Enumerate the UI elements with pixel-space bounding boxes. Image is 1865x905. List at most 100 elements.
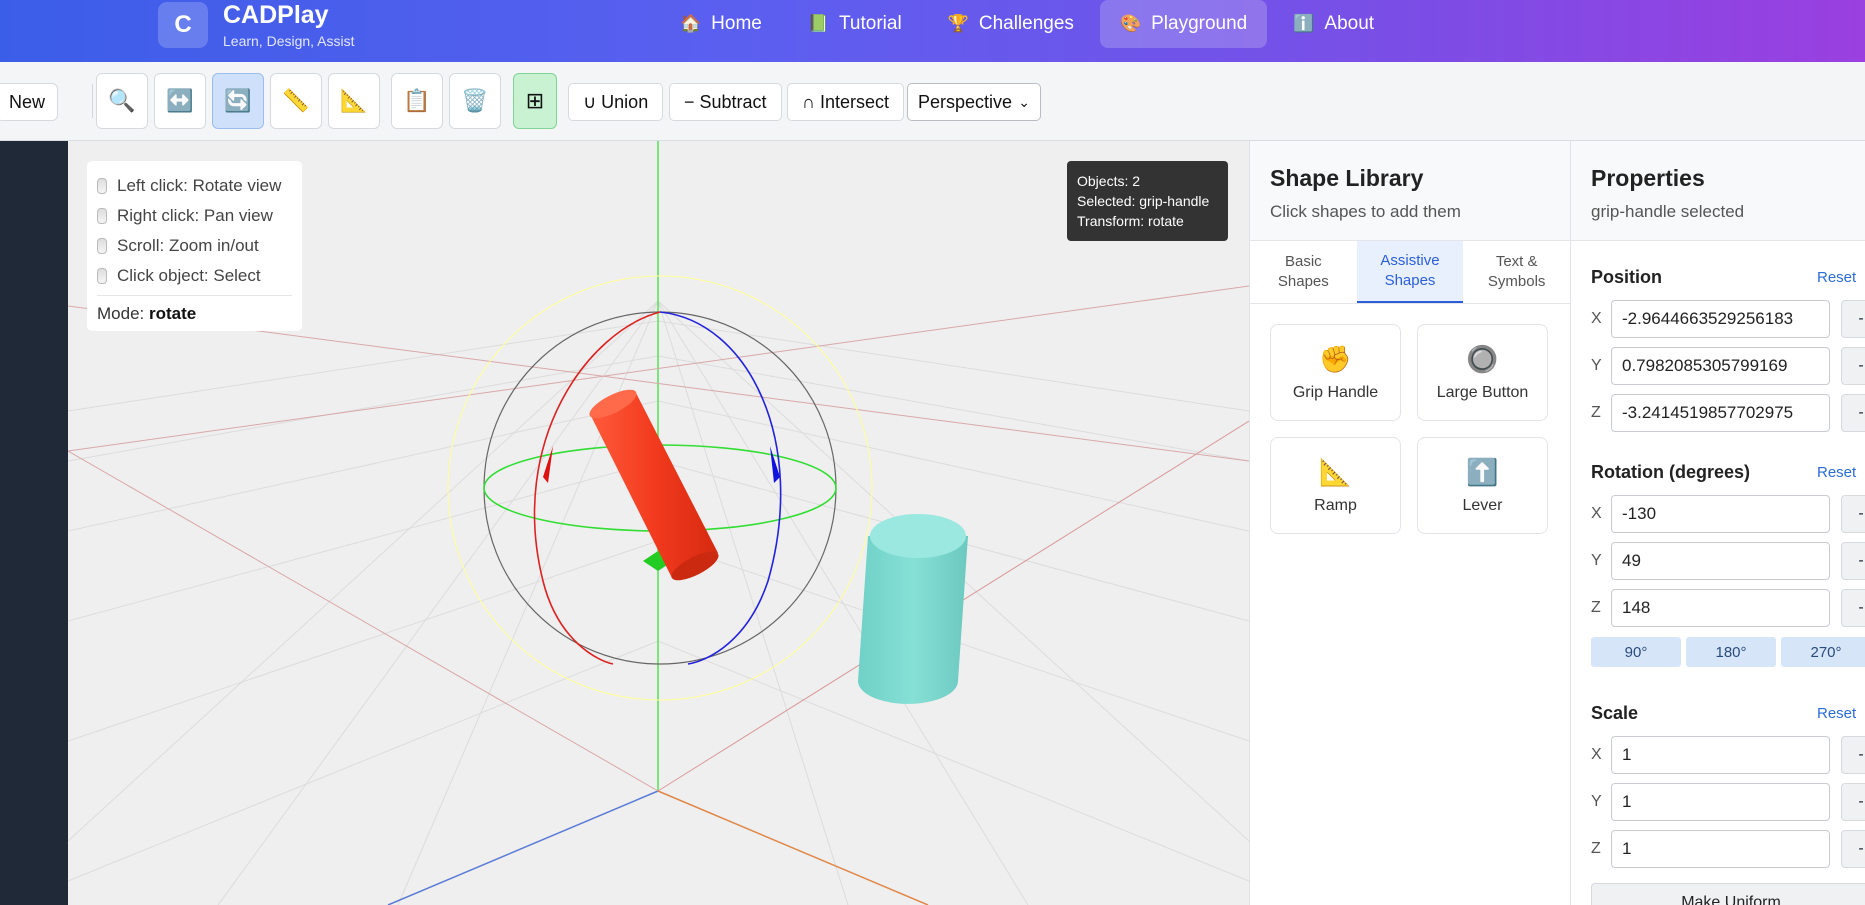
controls-help-panel: Left click: Rotate view Right click: Pan… [87, 161, 302, 331]
ramp-icon: 📐 [1319, 456, 1352, 487]
shape-library-panel: Shape Library Click shapes to add them B… [1249, 141, 1570, 905]
mode-indicator: Mode: rotate [97, 295, 292, 324]
position-y-decrement[interactable]: - [1841, 347, 1865, 385]
measure-tool-button[interactable]: 📏 [270, 73, 322, 129]
move-tool-button[interactable]: ↔️ [154, 73, 206, 129]
info-icon: ℹ️ [1293, 14, 1315, 33]
axis-label: X [1591, 745, 1602, 763]
intersect-button[interactable]: ∩ Intersect [787, 83, 904, 121]
transform-mode: Transform: rotate [1077, 213, 1184, 229]
rotation-z-decrement[interactable]: - [1841, 589, 1865, 627]
rotate-180-button[interactable]: 180° [1686, 637, 1776, 667]
tab-basic-shapes[interactable]: Basic Shapes [1250, 241, 1357, 303]
rotation-y-input[interactable] [1611, 541, 1830, 580]
shape-label: Large Button [1436, 383, 1529, 401]
rotation-y-decrement[interactable]: - [1841, 542, 1865, 580]
zoom-tool-button[interactable]: 🔍 [96, 73, 148, 129]
toolbar-divider [92, 84, 93, 118]
scale-y-row: Y- [1591, 778, 1865, 825]
scale-x-decrement[interactable]: - [1841, 736, 1865, 774]
rotation-x-input[interactable] [1611, 494, 1830, 533]
3d-viewport[interactable]: Left click: Rotate view Right click: Pan… [68, 141, 1249, 905]
tab-label: Assistive [1380, 252, 1440, 269]
library-header: Shape Library Click shapes to add them [1250, 141, 1570, 241]
union-button[interactable]: ∪ Union [568, 83, 664, 121]
x-axis-line-orange [657, 790, 929, 905]
shape-label: Ramp [1314, 496, 1357, 514]
scale-y-input[interactable] [1611, 782, 1830, 821]
trash-icon: 🗑️ [461, 88, 489, 113]
make-uniform-button[interactable]: Make Uniform [1591, 883, 1865, 905]
help-row: Scroll: Zoom in/out [97, 231, 292, 261]
shape-card-large-button[interactable]: 🔘 Large Button [1417, 324, 1548, 421]
position-x-input[interactable] [1611, 299, 1830, 338]
tab-assistive-shapes[interactable]: Assistive Shapes [1356, 241, 1464, 303]
scale-z-row: Z- [1591, 825, 1865, 872]
shape-card-grip-handle[interactable]: ✊ Grip Handle [1270, 324, 1401, 421]
chevron-down-icon: ⌄ [1018, 93, 1030, 110]
triangle-ruler-icon: 📐 [340, 88, 368, 113]
grid-axis-line-3 [68, 450, 659, 792]
rotation-x-row: X- [1591, 490, 1865, 537]
help-row: Click object: Select [97, 261, 292, 291]
help-text: Left click: Rotate view [117, 176, 282, 195]
library-subtitle: Click shapes to add them [1270, 202, 1461, 221]
scale-reset-button[interactable]: Reset [1817, 705, 1856, 722]
rotation-reset-button[interactable]: Reset [1817, 464, 1856, 481]
scale-section: ScaleReset X- Y- Z- [1591, 701, 1865, 872]
scale-z-input[interactable] [1611, 829, 1830, 868]
shape-card-lever[interactable]: ⬆️ Lever [1417, 437, 1548, 534]
properties-title: Properties [1591, 165, 1705, 191]
up-arrow-icon: ⬆️ [1466, 456, 1499, 487]
axis-label: Y [1591, 792, 1602, 810]
nav-about[interactable]: ℹ️ About [1273, 0, 1394, 48]
axis-label: X [1591, 504, 1602, 522]
position-z-input[interactable] [1611, 393, 1830, 432]
axis-label: Z [1591, 839, 1601, 857]
new-button[interactable]: New [0, 83, 58, 121]
delete-button[interactable]: 🗑️ [449, 73, 501, 129]
position-x-decrement[interactable]: - [1841, 300, 1865, 338]
fist-icon: ✊ [1319, 343, 1352, 374]
rotate-tool-button[interactable]: 🔄 [212, 73, 264, 129]
mode-value: rotate [148, 304, 197, 323]
scale-x-input[interactable] [1611, 735, 1830, 774]
shape-label: Lever [1462, 496, 1503, 514]
magnifier-icon: 🔍 [108, 88, 136, 113]
mode-label: Mode: [97, 304, 145, 323]
position-title: Position [1591, 266, 1662, 287]
rotation-x-decrement[interactable]: - [1841, 495, 1865, 533]
shape-grid: ✊ Grip Handle 🔘 Large Button 📐 Ramp ⬆️ Lever [1250, 304, 1570, 554]
help-row: Right click: Pan view [97, 201, 292, 231]
scale-z-decrement[interactable]: - [1841, 830, 1865, 868]
rotate-90-button[interactable]: 90° [1591, 637, 1681, 667]
copy-button[interactable]: 📋 [391, 73, 443, 129]
selected-object: Selected: grip-handle [1077, 193, 1210, 209]
scale-y-decrement[interactable]: - [1841, 783, 1865, 821]
nav-challenges[interactable]: 🏆 Challenges [928, 0, 1094, 48]
position-reset-button[interactable]: Reset [1817, 269, 1856, 286]
nav-tutorial[interactable]: 📗 Tutorial [788, 0, 922, 48]
rotation-z-input[interactable] [1611, 588, 1830, 627]
tab-label: Shapes [1384, 272, 1436, 289]
grid-toggle-button[interactable]: ⊞ [513, 73, 557, 129]
nav-home[interactable]: 🏠 Home [660, 0, 782, 48]
position-z-decrement[interactable]: - [1841, 394, 1865, 432]
angle-tool-button[interactable]: 📐 [328, 73, 380, 129]
objects-count: Objects: 2 [1077, 173, 1141, 189]
cylinder-object[interactable] [857, 514, 968, 704]
rotate-270-button[interactable]: 270° [1781, 637, 1865, 667]
tab-text-symbols[interactable]: Text & Symbols [1463, 241, 1570, 303]
nav-playground[interactable]: 🎨 Playground [1099, 0, 1268, 48]
z-axis-line [387, 790, 659, 905]
help-text: Click object: Select [117, 266, 261, 285]
tab-label: Basic [1284, 253, 1322, 270]
main-nav: 🏠 Home 📗 Tutorial 🏆 Challenges 🎨 Playground … [660, 0, 1394, 48]
help-text: Scroll: Zoom in/out [117, 236, 259, 255]
app-logo[interactable]: C [158, 2, 208, 48]
subtract-button[interactable]: − Subtract [669, 83, 782, 121]
view-mode-select[interactable]: Perspective ⌄ [907, 83, 1041, 121]
shape-card-ramp[interactable]: 📐 Ramp [1270, 437, 1401, 534]
rotation-title: Rotation (degrees) [1591, 461, 1751, 482]
position-y-input[interactable] [1611, 346, 1830, 385]
